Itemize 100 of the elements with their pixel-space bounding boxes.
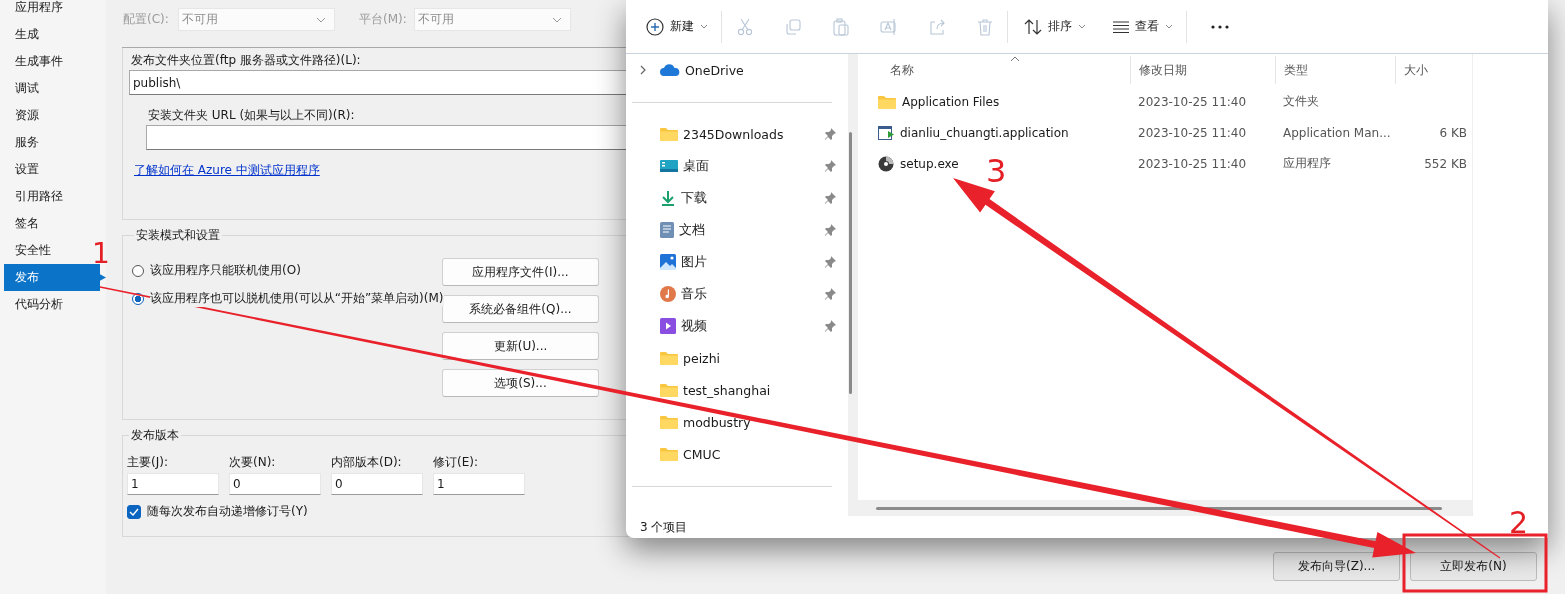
nav-item[interactable]: CMUC xyxy=(683,446,721,462)
sidebar-item[interactable]: 代码分析 xyxy=(4,291,92,318)
input-field[interactable]: 1 xyxy=(127,473,219,495)
nav-item[interactable]: test_shanghai xyxy=(683,382,771,398)
pin-icon[interactable] xyxy=(824,160,836,172)
item-count: 3 个项目 xyxy=(640,518,688,536)
size-cell: 552 KB xyxy=(1424,156,1467,171)
sidebar-item[interactable]: 设置 xyxy=(4,156,92,183)
field-label: 次要(N): xyxy=(229,454,277,471)
group-title: 发布版本 xyxy=(130,428,180,442)
sidebar-item[interactable]: 签名 xyxy=(4,210,92,237)
field-label: 安装文件夹 URL (如果与以上不同)(R): xyxy=(148,107,355,123)
new-button[interactable]: 新建 xyxy=(646,10,708,43)
nav-item[interactable]: modbustry xyxy=(683,414,751,430)
video-icon xyxy=(660,318,676,334)
field-label: 修订(E): xyxy=(433,454,479,471)
nav-item[interactable]: 文档 xyxy=(679,221,705,239)
disc-icon xyxy=(878,155,894,172)
caret-icon xyxy=(700,24,708,29)
folder-icon xyxy=(878,94,896,109)
dialog-button[interactable]: 立即发布(N) xyxy=(1410,552,1537,581)
pin-icon[interactable] xyxy=(824,320,836,332)
folder-icon xyxy=(660,127,678,141)
file-name[interactable]: dianliu_chuangti.application xyxy=(900,125,1069,140)
folder-icon xyxy=(660,351,678,365)
nav-item[interactable]: 视频 xyxy=(681,317,707,335)
document-icon xyxy=(660,222,674,238)
pin-icon[interactable] xyxy=(824,128,836,140)
size-cell: 6 KB xyxy=(1439,125,1467,140)
input-field[interactable]: 0 xyxy=(229,473,321,495)
nav-item[interactable]: 2345Downloads xyxy=(683,126,784,142)
field-label: 配置(C): xyxy=(123,11,170,28)
file-name[interactable]: setup.exe xyxy=(900,156,959,171)
nav-item[interactable]: 图片 xyxy=(681,253,707,271)
download-icon xyxy=(660,190,676,206)
radio-label: 该应用程序只能联机使用(O) xyxy=(150,262,301,279)
list-icon xyxy=(1113,20,1129,33)
column-header[interactable]: 修改日期 xyxy=(1139,61,1187,79)
desktop-icon xyxy=(660,159,678,173)
view-button[interactable]: 查看 xyxy=(1113,10,1173,43)
sidebar-item[interactable]: 安全性 xyxy=(4,237,92,264)
dialog-button[interactable]: 更新(U)... xyxy=(442,332,599,360)
sidebar-item[interactable]: 生成 xyxy=(4,21,92,48)
sidebar-item[interactable]: 服务 xyxy=(4,129,92,156)
checkbox-label: 随每次发布自动递增修订号(Y) xyxy=(147,503,308,520)
sidebar-item[interactable]: 发布 xyxy=(4,264,106,291)
type-cell: 文件夹 xyxy=(1283,94,1319,108)
date-cell: 2023-10-25 11:40 xyxy=(1138,94,1247,109)
nav-item[interactable]: 桌面 xyxy=(683,157,709,175)
field-label: 内部版本(D): xyxy=(331,454,403,471)
help-link[interactable]: 了解如何在 Azure 中测试应用程序 xyxy=(134,162,320,179)
dialog-button[interactable]: 应用程序文件(I)... xyxy=(442,258,599,286)
folder-icon xyxy=(660,447,678,461)
input-field[interactable]: 0 xyxy=(331,473,423,495)
folder-icon xyxy=(660,383,678,397)
sidebar-item[interactable]: 生成事件 xyxy=(4,48,92,75)
pin-icon[interactable] xyxy=(824,288,836,300)
sidebar-item[interactable]: 资源 xyxy=(4,102,92,129)
cloud-icon xyxy=(660,63,680,77)
application-file-icon xyxy=(878,125,894,140)
nav-item[interactable]: OneDrive xyxy=(685,62,744,78)
dialog-button[interactable]: 系统必备组件(Q)... xyxy=(442,295,599,323)
field-label: 发布文件夹位置(ftp 服务器或文件路径)(L): xyxy=(131,52,361,68)
picture-icon xyxy=(660,254,676,270)
caret-icon xyxy=(552,16,562,23)
sidebar-item[interactable]: 引用路径 xyxy=(4,183,92,210)
scrollbar[interactable] xyxy=(876,507,1442,510)
caret-icon xyxy=(1078,24,1086,29)
radio-label: 该应用程序也可以脱机使用(可以从“开始”菜单启动)(M) xyxy=(150,290,444,307)
caret-icon xyxy=(316,16,326,23)
column-header[interactable]: 大小 xyxy=(1404,61,1428,79)
music-icon xyxy=(660,286,676,302)
nav-item[interactable]: peizhi xyxy=(683,350,721,366)
file-name[interactable]: Application Files xyxy=(902,94,1000,109)
nav-item[interactable]: 音乐 xyxy=(681,285,707,303)
step-number: 2 xyxy=(1509,508,1529,538)
nav-item[interactable]: 下载 xyxy=(681,189,707,207)
pin-icon[interactable] xyxy=(824,192,836,204)
step-number: 3 xyxy=(986,155,1007,187)
scrollbar[interactable] xyxy=(849,132,852,394)
caret-icon xyxy=(1165,24,1173,29)
pin-icon[interactable] xyxy=(824,256,836,268)
column-header[interactable]: 类型 xyxy=(1284,61,1308,79)
type-cell: 应用程序 xyxy=(1283,156,1331,170)
sort-button[interactable]: 排序 xyxy=(1024,10,1086,43)
group-title: 安装模式和设置 xyxy=(135,228,221,242)
pin-icon[interactable] xyxy=(824,224,836,236)
checkbox[interactable] xyxy=(127,504,141,519)
column-header[interactable]: 名称 xyxy=(890,61,914,79)
date-cell: 2023-10-25 11:40 xyxy=(1138,156,1247,171)
dialog-button[interactable]: 选项(S)... xyxy=(442,369,599,397)
sidebar-item[interactable]: 应用程序 xyxy=(4,0,92,21)
radio-button[interactable] xyxy=(132,264,144,277)
field-label: 平台(M): xyxy=(359,11,408,28)
input-field[interactable]: 1 xyxy=(433,473,525,495)
field-label: 主要(J): xyxy=(127,454,169,471)
sidebar-item[interactable]: 调试 xyxy=(4,75,92,102)
more-icon[interactable] xyxy=(1211,24,1229,29)
chevron-right-icon[interactable] xyxy=(640,65,646,75)
dialog-button[interactable]: 发布向导(Z)... xyxy=(1273,552,1400,581)
